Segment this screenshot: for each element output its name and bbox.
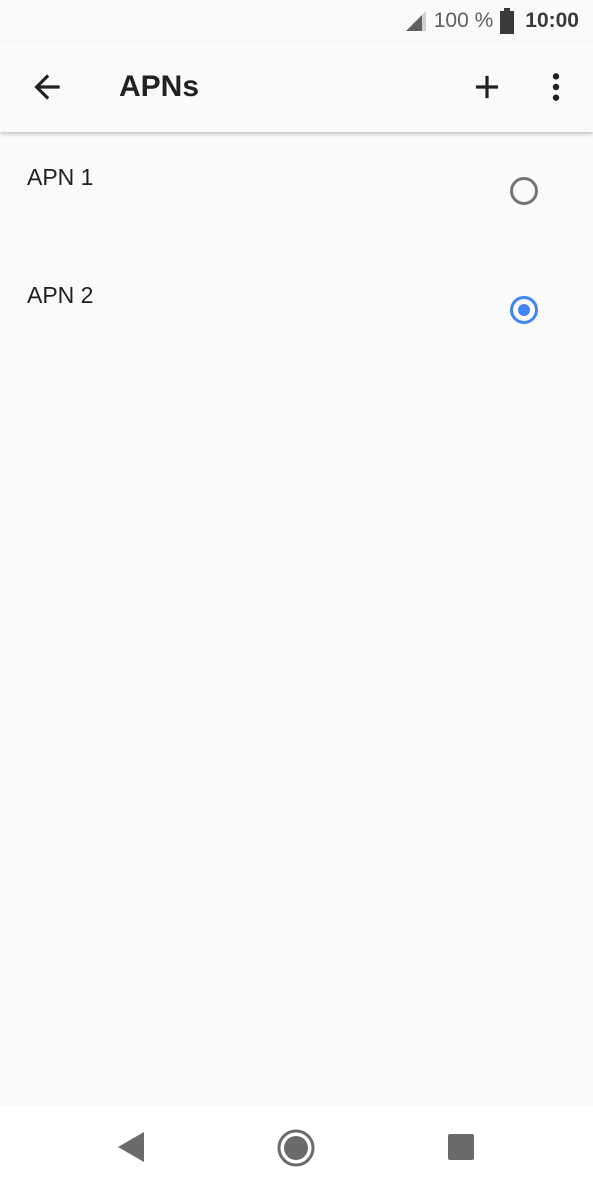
- apn-radio-1[interactable]: [510, 177, 538, 205]
- apn-row-2[interactable]: APN 2: [0, 250, 593, 368]
- page-title: APNs: [119, 70, 200, 103]
- apn-list: APN 1 APN 2: [0, 132, 593, 368]
- navigation-bar: [0, 1106, 593, 1186]
- nav-home-button[interactable]: [276, 1128, 316, 1168]
- nav-back-button[interactable]: [116, 1130, 148, 1164]
- app-bar: APNs: [0, 42, 593, 132]
- nav-back-icon: [118, 1132, 144, 1162]
- back-button[interactable]: [28, 68, 66, 106]
- more-options-button[interactable]: [540, 68, 572, 106]
- apn-radio-2[interactable]: [510, 296, 538, 324]
- apn-name: APN 1: [27, 164, 94, 190]
- add-apn-button[interactable]: [468, 68, 506, 106]
- apn-name: APN 2: [27, 282, 94, 308]
- battery-percent: 100 %: [433, 9, 494, 32]
- status-indicators: 100 % 10:00: [404, 8, 579, 34]
- more-vert-icon: [552, 73, 560, 101]
- nav-home-icon: [277, 1129, 315, 1167]
- back-arrow-icon: [34, 74, 60, 100]
- signal-icon: [405, 11, 426, 31]
- battery-icon: [500, 8, 515, 34]
- apn-row-1[interactable]: APN 1: [0, 132, 593, 250]
- clock: 10:00: [525, 9, 579, 32]
- add-icon: [475, 75, 499, 99]
- nav-recents-icon[interactable]: [448, 1134, 474, 1160]
- status-bar: 100 % 10:00: [0, 0, 593, 42]
